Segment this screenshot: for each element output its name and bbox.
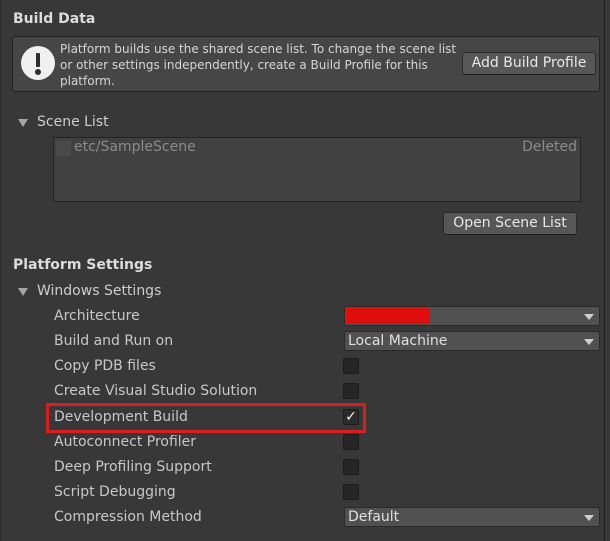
chevron-down-icon	[584, 515, 594, 521]
windows-settings-foldout-icon[interactable]	[18, 288, 28, 296]
script-debugging-label: Script Debugging	[54, 484, 176, 500]
build-data-helpbox: Platform builds use the shared scene lis…	[12, 36, 600, 92]
scene-list-foldout-label[interactable]: Scene List	[37, 114, 109, 130]
panel-left-edge	[0, 0, 1, 541]
panel-right-edge	[604, 0, 605, 541]
windows-settings-foldout-label[interactable]: Windows Settings	[37, 283, 161, 299]
build-data-title: Build Data	[13, 11, 96, 27]
copy-pdb-checkbox[interactable]	[343, 358, 359, 374]
scene-name[interactable]: etc/SampleScene	[74, 139, 196, 155]
warning-icon-bar	[36, 53, 40, 67]
warning-icon-dot	[35, 69, 41, 75]
build-run-on-value: Local Machine	[348, 333, 448, 349]
build-run-on-dropdown[interactable]: Local Machine	[344, 331, 600, 351]
script-debugging-checkbox[interactable]	[343, 484, 359, 500]
build-run-on-label: Build and Run on	[54, 333, 174, 349]
warning-icon	[21, 46, 55, 80]
deep-profiling-checkbox[interactable]	[343, 459, 359, 475]
architecture-redacted-value	[346, 308, 430, 324]
chevron-down-icon	[584, 314, 594, 320]
add-build-profile-button[interactable]: Add Build Profile	[462, 52, 596, 75]
architecture-dropdown[interactable]	[344, 306, 600, 326]
open-scene-list-button[interactable]: Open Scene List	[443, 212, 577, 235]
scene-enabled-checkbox[interactable]	[56, 141, 71, 156]
deep-profiling-label: Deep Profiling Support	[54, 459, 212, 475]
copy-pdb-label: Copy PDB files	[54, 358, 156, 374]
development-build-highlight	[46, 403, 366, 433]
platform-settings-title: Platform Settings	[13, 257, 153, 273]
compression-method-label: Compression Method	[54, 509, 202, 525]
architecture-label: Architecture	[54, 308, 140, 324]
chevron-down-icon	[584, 339, 594, 345]
help-message: Platform builds use the shared scene lis…	[60, 42, 457, 88]
autoconnect-profiler-checkbox[interactable]	[343, 434, 359, 450]
create-vs-solution-checkbox[interactable]	[343, 383, 359, 399]
scene-list-box: etc/SampleScene Deleted	[53, 137, 581, 202]
scene-list-foldout-icon[interactable]	[18, 119, 28, 127]
compression-method-dropdown[interactable]: Default	[344, 507, 600, 527]
scene-status: Deleted	[522, 139, 577, 155]
autoconnect-profiler-label: Autoconnect Profiler	[54, 434, 197, 450]
create-vs-solution-label: Create Visual Studio Solution	[54, 383, 258, 399]
compression-method-value: Default	[348, 509, 400, 525]
